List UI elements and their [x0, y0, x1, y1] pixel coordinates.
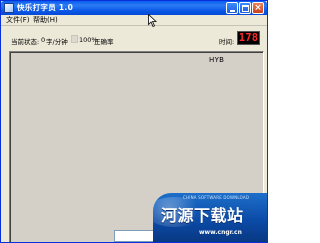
- menu-help[interactable]: 帮助(H): [33, 15, 58, 26]
- menu-bar: 文件(F) 帮助(H): [1, 15, 267, 26]
- time-label: 时间:: [219, 38, 235, 46]
- minimize-icon: [230, 10, 235, 12]
- mouse-cursor-icon: [148, 14, 157, 27]
- falling-word: HYB: [209, 56, 225, 64]
- typing-speed-unit: 字/分钟: [46, 38, 68, 46]
- status-label: 当前状态:: [11, 38, 40, 46]
- window-title: 快乐打字员 1.0: [17, 3, 74, 12]
- watermark-tagline: CHINA SOFTWARE DOWNLOAD: [183, 195, 250, 200]
- title-bar[interactable]: 快乐打字员 1.0 ×: [1, 1, 267, 15]
- minimize-button[interactable]: [226, 2, 238, 14]
- typing-speed-value: 0: [41, 36, 46, 44]
- maximize-button[interactable]: [239, 2, 251, 14]
- watermark-url: www.cngr.cn: [199, 229, 242, 236]
- accuracy-indicator: [71, 35, 78, 43]
- app-icon[interactable]: [4, 3, 14, 13]
- watermark-logo: CHINA SOFTWARE DOWNLOAD 河源下载站 www.cngr.c…: [153, 193, 267, 242]
- app-window: 快乐打字员 1.0 × 文件(F) 帮助(H) 当前状态: 0 字/分钟 100…: [0, 0, 268, 243]
- countdown-timer: 178: [237, 31, 260, 45]
- close-icon: ×: [254, 3, 262, 13]
- accuracy-label: 正确率: [94, 38, 114, 46]
- menu-file[interactable]: 文件(F): [6, 15, 30, 26]
- maximize-icon: [242, 5, 249, 12]
- watermark-title: 河源下载站: [161, 206, 244, 225]
- close-button[interactable]: ×: [252, 2, 264, 14]
